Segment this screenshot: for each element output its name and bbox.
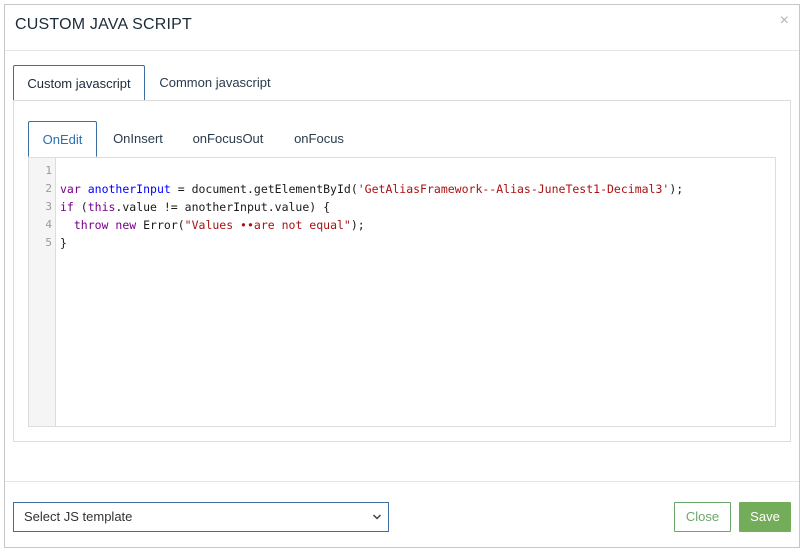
tab-onfocus[interactable]: onFocus <box>281 121 357 157</box>
modal-header: CUSTOM JAVA SCRIPT × <box>5 5 799 51</box>
custom-javascript-panel: OnEdit OnInsert onFocusOut onFocus 1 2 3… <box>13 100 791 442</box>
line-number: 4 <box>45 218 52 231</box>
code-text: ); <box>669 182 684 196</box>
code-text: = document.getElementById( <box>170 182 358 196</box>
line-number-gutter: 1 2 3 4 5 <box>29 158 56 426</box>
code-line-5: } <box>60 236 67 250</box>
code-string: 'GetAliasFramework--Alias-JuneTest1-Deci… <box>357 182 670 196</box>
close-button[interactable]: Close <box>674 502 731 532</box>
code-keyword: var <box>60 182 81 196</box>
code-keyword: throw <box>73 218 109 232</box>
js-template-select[interactable]: Select JS template <box>13 502 389 532</box>
line-number: 1 <box>45 164 52 177</box>
tab-oninsert[interactable]: OnInsert <box>101 121 175 157</box>
line-number: 2 <box>45 182 52 195</box>
code-line-3: if (this.value != anotherInput.value) { <box>60 198 771 216</box>
tab-common-javascript[interactable]: Common javascript <box>149 65 281 101</box>
tab-onfocusout[interactable]: onFocusOut <box>179 121 277 157</box>
modal-title: CUSTOM JAVA SCRIPT <box>15 16 192 33</box>
code-line-4: throw new Error("Values ••are not equal"… <box>60 216 771 234</box>
code-text: .value != anotherInput.value) { <box>115 200 331 214</box>
code-text: ); <box>350 218 365 232</box>
code-keyword: this <box>87 200 116 214</box>
code-text: ( <box>73 200 88 214</box>
line-number: 5 <box>45 236 52 249</box>
line-number: 3 <box>45 200 52 213</box>
chevron-down-icon <box>372 503 382 541</box>
code-editor[interactable]: 1 2 3 4 5 var anotherInput = document.ge… <box>28 157 776 427</box>
event-tab-bar: OnEdit OnInsert onFocusOut onFocus <box>28 121 776 157</box>
custom-js-modal: CUSTOM JAVA SCRIPT × Custom javascript C… <box>4 4 800 548</box>
code-variable: anotherInput <box>87 182 171 196</box>
close-icon[interactable]: × <box>780 13 789 29</box>
tab-custom-javascript[interactable]: Custom javascript <box>13 65 145 101</box>
tab-onedit[interactable]: OnEdit <box>28 121 97 157</box>
code-text: Error( <box>136 218 185 232</box>
code-string: "Values ••are not equal" <box>184 218 351 232</box>
outer-tab-bar: Custom javascript Common javascript <box>13 65 791 101</box>
save-button[interactable]: Save <box>739 502 791 532</box>
js-template-select-value: Select JS template <box>24 509 133 524</box>
code-keyword: if <box>60 200 74 214</box>
code-keyword: new <box>115 218 137 232</box>
code-line-2: var anotherInput = document.getElementBy… <box>60 180 771 198</box>
modal-footer: Select JS template Close Save <box>5 481 799 549</box>
code-content[interactable]: var anotherInput = document.getElementBy… <box>60 162 771 252</box>
